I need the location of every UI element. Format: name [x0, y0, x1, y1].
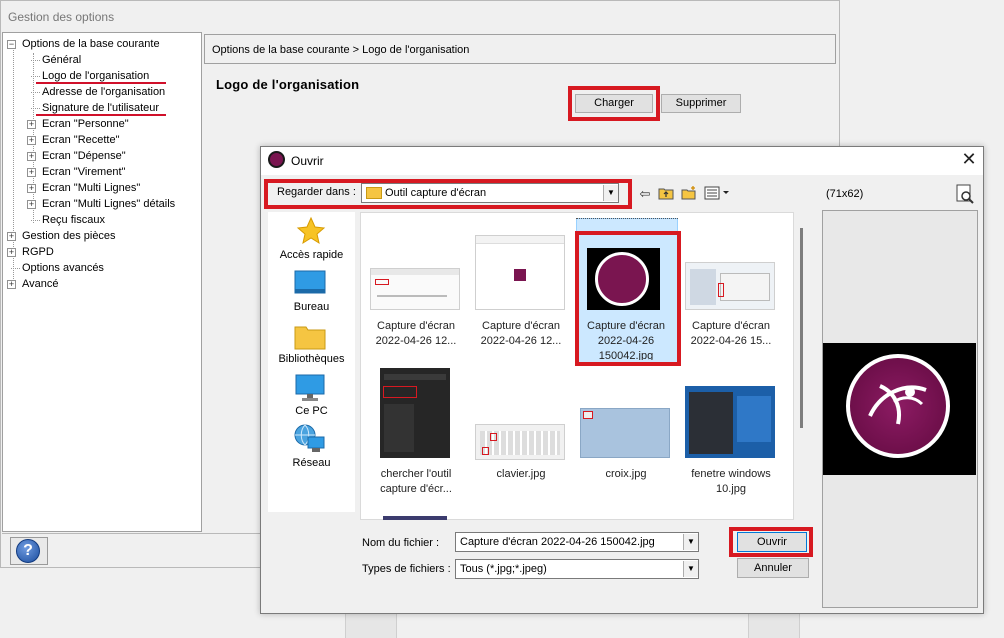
tree-expander-icon[interactable]: +	[27, 136, 36, 145]
tree-connector	[31, 108, 40, 109]
tree-item[interactable]: Ecran "Dépense"	[42, 148, 126, 164]
file-thumbnail[interactable]	[475, 235, 565, 310]
tree-item[interactable]: Options avancés	[22, 260, 104, 276]
filetype-select[interactable]: Tous (*.jpg;*.jpeg)	[455, 559, 699, 579]
tree-item[interactable]: Ecran "Multi Lignes"	[42, 180, 140, 196]
filename-label: Nom du fichier :	[362, 537, 440, 549]
chevron-down-icon[interactable]: ▼	[683, 561, 698, 577]
tree-connector	[31, 92, 40, 93]
file-thumbnail[interactable]	[685, 262, 775, 310]
tree-expander-icon[interactable]: +	[27, 168, 36, 177]
file-name[interactable]: croix.jpg	[576, 467, 676, 482]
scrollbar[interactable]	[800, 228, 803, 428]
tree-connector	[31, 60, 40, 61]
tree-item[interactable]: Adresse de l'organisation	[42, 84, 165, 100]
tree-connector	[31, 220, 40, 221]
file-thumbnail[interactable]	[580, 408, 670, 458]
tree-expander-icon[interactable]: −	[7, 40, 16, 49]
cancel-button[interactable]: Annuler	[737, 558, 809, 578]
sidebar-item-network[interactable]: Réseau	[268, 457, 355, 469]
tree-connector	[31, 76, 40, 77]
libraries-icon[interactable]	[294, 322, 326, 353]
file-thumbnail-partial	[383, 516, 447, 520]
up-folder-icon[interactable]	[657, 186, 675, 202]
file-name[interactable]: Capture d'écran 2022-04-26 15...	[681, 319, 781, 349]
preview-zoom-icon[interactable]	[955, 184, 975, 204]
close-icon[interactable]: ✕	[958, 148, 980, 172]
highlight-box	[729, 527, 813, 557]
breadcrumb: Options de la base courante > Logo de l'…	[204, 34, 836, 64]
tree-expander-icon[interactable]: +	[27, 200, 36, 209]
tree-item[interactable]: Options de la base courante	[22, 36, 160, 52]
new-folder-icon[interactable]	[680, 186, 698, 202]
look-in-label: Regarder dans :	[277, 186, 356, 198]
tree-item[interactable]: Ecran "Virement"	[42, 164, 125, 180]
desktop-icon[interactable]	[294, 270, 326, 301]
tree-expander-icon[interactable]: +	[27, 152, 36, 161]
logo-preview-icon	[846, 354, 950, 458]
highlight-underline	[36, 114, 166, 116]
filename-input[interactable]: Capture d'écran 2022-04-26 150042.jpg	[455, 532, 699, 552]
help-icon[interactable]: ?	[16, 539, 40, 563]
chevron-down-icon[interactable]: ▼	[603, 185, 618, 201]
tree-item[interactable]: Ecran "Recette"	[42, 132, 120, 148]
tree-expander-icon[interactable]: +	[7, 232, 16, 241]
highlight-box	[568, 86, 660, 121]
dialog-title: Ouvrir	[291, 154, 324, 168]
tree-expander-icon[interactable]: +	[27, 120, 36, 129]
tree-expander-icon[interactable]: +	[27, 184, 36, 193]
delete-button[interactable]: Supprimer	[661, 94, 741, 113]
file-thumbnail[interactable]	[475, 424, 565, 460]
sidebar-item-quick-access[interactable]: Accès rapide	[268, 249, 355, 261]
section-title: Logo de l'organisation	[216, 77, 360, 92]
network-icon[interactable]	[294, 424, 326, 457]
file-name[interactable]: fenetre windows 10.jpg	[681, 467, 781, 497]
file-name[interactable]: Capture d'écran 2022-04-26 12...	[471, 319, 571, 349]
computer-icon[interactable]	[295, 374, 325, 405]
view-menu-icon[interactable]	[704, 186, 730, 202]
tree-expander-icon[interactable]: +	[7, 280, 16, 289]
file-thumbnail[interactable]	[685, 386, 775, 458]
tree-item[interactable]: Gestion des pièces	[22, 228, 116, 244]
back-arrow-icon[interactable]: ⇦	[636, 186, 654, 202]
tree-item[interactable]: Avancé	[22, 276, 59, 292]
file-name-selected[interactable]: Capture d'écran 2022-04-26 150042.jpg	[576, 319, 676, 360]
tree-item[interactable]: Général	[42, 52, 81, 68]
dialog-titlebar	[261, 147, 983, 175]
file-thumbnail[interactable]	[370, 268, 460, 310]
highlight-underline	[36, 82, 166, 84]
sidebar-item-this-pc[interactable]: Ce PC	[268, 405, 355, 417]
file-name[interactable]: Capture d'écran 2022-04-26 12...	[366, 319, 466, 349]
star-icon[interactable]	[296, 216, 326, 249]
file-name[interactable]: clavier.jpg	[471, 467, 571, 482]
sidebar-item-libraries[interactable]: Bibliothèques	[268, 353, 355, 365]
file-thumbnail[interactable]	[380, 368, 450, 458]
tree-item[interactable]: Reçu fiscaux	[42, 212, 105, 228]
filetype-label: Types de fichiers :	[362, 563, 451, 575]
file-name[interactable]: chercher l'outil capture d'écr...	[366, 467, 466, 497]
window-title: Gestion des options	[8, 10, 115, 24]
folder-icon	[366, 187, 382, 199]
tree-item[interactable]: Ecran "Personne"	[42, 116, 129, 132]
tree-item[interactable]: RGPD	[22, 244, 54, 260]
tree-connector	[11, 268, 20, 269]
look-in-value: Outil capture d'écran	[385, 187, 487, 199]
app-logo-icon	[268, 151, 285, 168]
tree-item[interactable]: Ecran "Multi Lignes" détails	[42, 196, 175, 212]
sidebar-item-desktop[interactable]: Bureau	[268, 301, 355, 313]
tree-expander-icon[interactable]: +	[7, 248, 16, 257]
chevron-down-icon[interactable]: ▼	[683, 534, 698, 550]
preview-size: (71x62)	[826, 188, 864, 200]
